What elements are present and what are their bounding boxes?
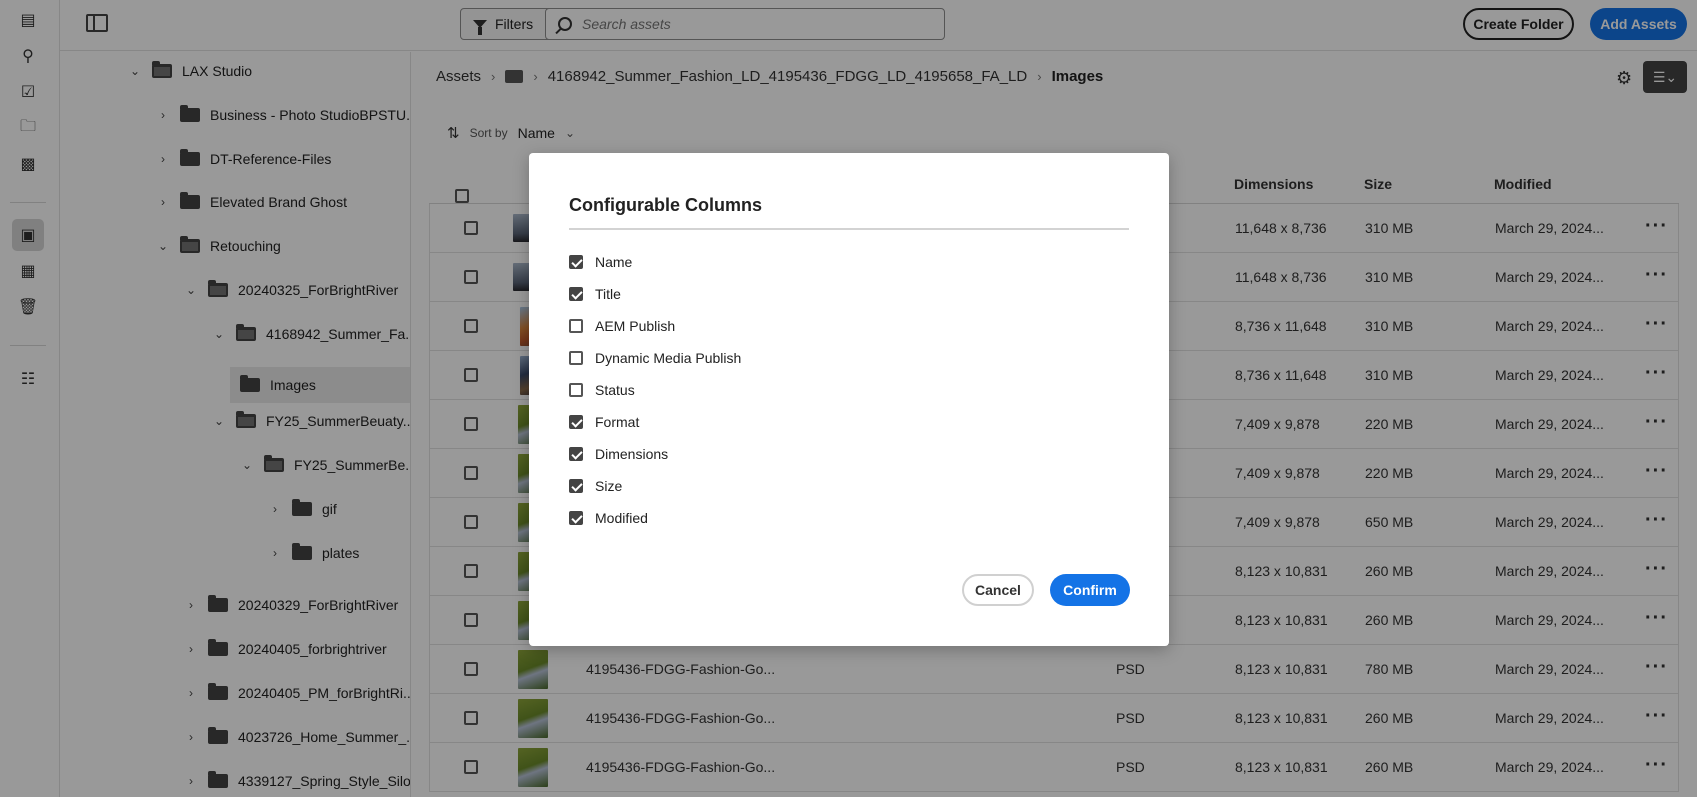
checkbox[interactable] [569,447,583,461]
cancel-button[interactable]: Cancel [962,574,1034,606]
checkbox[interactable] [569,255,583,269]
checkbox[interactable] [569,351,583,365]
column-option-aem-publish[interactable]: AEM Publish [569,318,675,334]
configurable-columns-dialog: Configurable Columns Name Title AEM Publ… [529,153,1169,646]
column-option-dynamic-media-publish[interactable]: Dynamic Media Publish [569,350,741,366]
confirm-button[interactable]: Confirm [1050,574,1130,606]
dialog-divider [569,228,1129,230]
checkbox[interactable] [569,415,583,429]
column-option-modified[interactable]: Modified [569,510,648,526]
dialog-title: Configurable Columns [569,195,762,215]
column-option-size[interactable]: Size [569,478,622,494]
checkbox[interactable] [569,511,583,525]
column-option-format[interactable]: Format [569,414,639,430]
column-option-name[interactable]: Name [569,254,632,270]
column-option-dimensions[interactable]: Dimensions [569,446,668,462]
column-option-title[interactable]: Title [569,286,621,302]
checkbox[interactable] [569,287,583,301]
checkbox[interactable] [569,319,583,333]
checkbox[interactable] [569,479,583,493]
checkbox[interactable] [569,383,583,397]
column-option-status[interactable]: Status [569,382,635,398]
